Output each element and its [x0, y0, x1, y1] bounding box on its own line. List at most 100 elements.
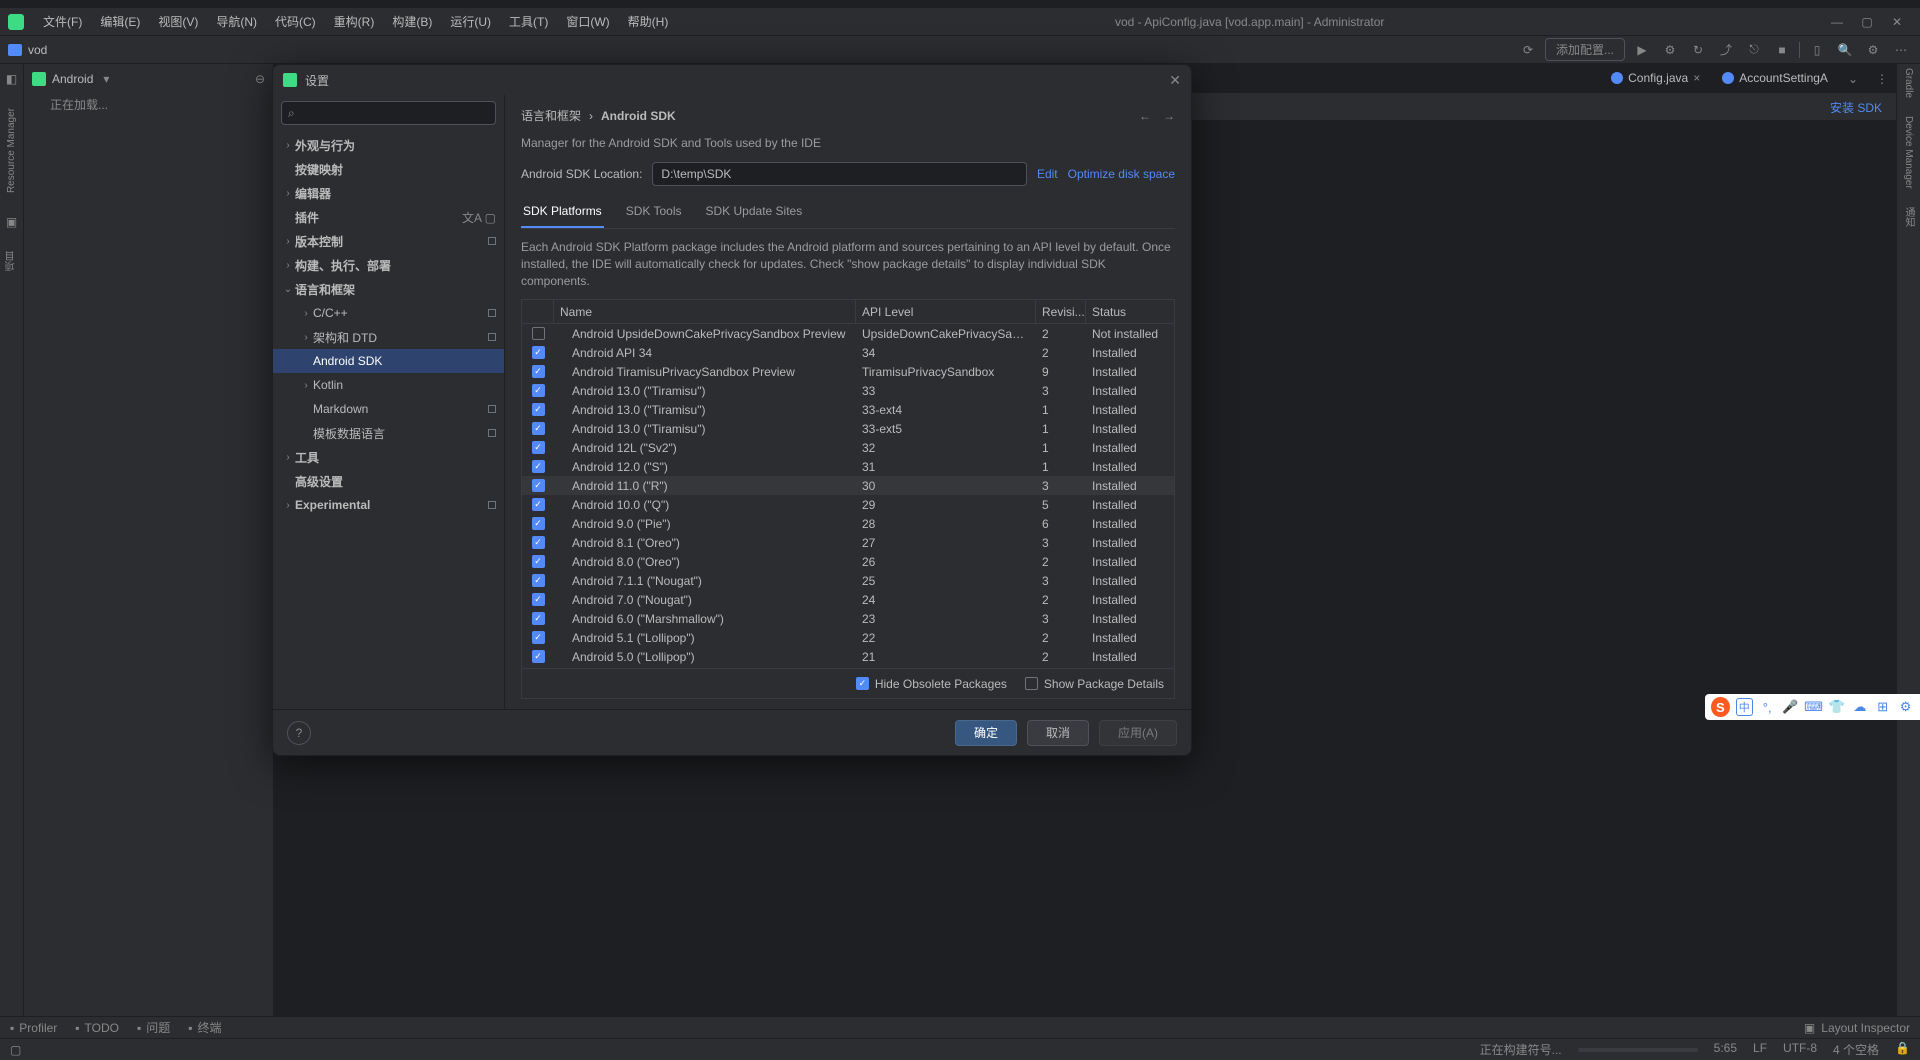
debug-icon[interactable]: ⚙	[1659, 39, 1681, 61]
sdk-tab[interactable]: SDK Platforms	[521, 200, 604, 228]
row-checkbox[interactable]: ✓	[532, 536, 545, 549]
row-checkbox[interactable]: ✓	[532, 441, 545, 454]
row-checkbox[interactable]: ✓	[532, 460, 545, 473]
tree-item[interactable]: 插件文A ▢	[273, 205, 504, 229]
tool-window-close-icon[interactable]: ⊖	[255, 72, 265, 86]
caret-position[interactable]: 5:65	[1714, 1041, 1737, 1058]
row-checkbox[interactable]: ✓	[532, 631, 545, 644]
row-checkbox[interactable]: ✓	[532, 555, 545, 568]
sdk-location-input[interactable]	[652, 162, 1027, 186]
menu-item[interactable]: 代码(C)	[266, 10, 325, 33]
tabs-dropdown-icon[interactable]: ⌄	[1840, 72, 1866, 86]
tree-item[interactable]: ›外观与行为	[273, 133, 504, 157]
row-checkbox[interactable]: ✓	[532, 422, 545, 435]
tree-item[interactable]: Markdown	[273, 397, 504, 421]
attach-icon[interactable]: ⎋	[1743, 39, 1765, 61]
row-checkbox[interactable]: ✓	[532, 574, 545, 587]
row-checkbox[interactable]: ✓	[532, 593, 545, 606]
col-header-api[interactable]: API Level	[856, 300, 1036, 323]
table-row[interactable]: ✓Android 8.0 ("Oreo")262Installed	[522, 552, 1174, 571]
row-checkbox[interactable]: ✓	[532, 498, 545, 511]
coverage-icon[interactable]: ↻	[1687, 39, 1709, 61]
table-row[interactable]: ✓Android 11.0 ("R")303Installed	[522, 476, 1174, 495]
table-row[interactable]: ✓Android 5.0 ("Lollipop")212Installed	[522, 647, 1174, 666]
table-row[interactable]: ✓Android 7.1.1 ("Nougat")253Installed	[522, 571, 1174, 590]
hide-obsolete-checkbox[interactable]: ✓ Hide Obsolete Packages	[856, 677, 1007, 691]
bottom-tool-button[interactable]: ▪终端	[188, 1019, 221, 1036]
table-row[interactable]: ✓Android 5.1 ("Lollipop")222Installed	[522, 628, 1174, 647]
right-tool-label[interactable]: 通知	[1901, 207, 1916, 227]
sync-icon[interactable]: ⟳	[1517, 39, 1539, 61]
cancel-button[interactable]: 取消	[1027, 720, 1089, 746]
menu-item[interactable]: 视图(V)	[149, 10, 207, 33]
tree-item[interactable]: 按键映射	[273, 157, 504, 181]
col-header-name[interactable]: Name	[554, 300, 856, 323]
row-checkbox[interactable]: ✓	[532, 612, 545, 625]
table-row[interactable]: ✓Android 13.0 ("Tiramisu")333Installed	[522, 381, 1174, 400]
bottom-tool-button[interactable]: ▪TODO	[75, 1019, 119, 1036]
row-checkbox[interactable]: ✓	[532, 479, 545, 492]
table-row[interactable]: ✓Android API 34342Installed	[522, 343, 1174, 362]
ime-cloud-icon[interactable]: ☁	[1851, 698, 1868, 716]
more-icon[interactable]: ⋯	[1890, 39, 1912, 61]
ime-punct-icon[interactable]: °,	[1759, 698, 1776, 716]
table-row[interactable]: ✓Android 6.0 ("Marshmallow")233Installed	[522, 609, 1174, 628]
install-sdk-link[interactable]: 安装 SDK	[1830, 99, 1882, 116]
tree-item[interactable]: ›编辑器	[273, 181, 504, 205]
bottom-tool-button[interactable]: ▪问题	[137, 1019, 170, 1036]
row-checkbox[interactable]: ✓	[532, 403, 545, 416]
dialog-close-button[interactable]: ✕	[1169, 72, 1181, 89]
nav-back-icon[interactable]: ←	[1139, 109, 1151, 123]
editor-tab[interactable]: AccountSettingA	[1712, 67, 1838, 91]
table-row[interactable]: ✓Android TiramisuPrivacySandbox PreviewT…	[522, 362, 1174, 381]
tree-item[interactable]: ›C/C++	[273, 301, 504, 325]
tabs-more-icon[interactable]: ⋮	[1868, 72, 1896, 86]
row-checkbox[interactable]: ✓	[532, 384, 545, 397]
tree-item[interactable]: ›工具	[273, 445, 504, 469]
menu-item[interactable]: 构建(B)	[383, 10, 441, 33]
col-header-status[interactable]: Status	[1086, 300, 1174, 323]
tree-item[interactable]: ›版本控制	[273, 229, 504, 253]
readonly-icon[interactable]: 🔒	[1895, 1041, 1910, 1058]
tree-item[interactable]: 高级设置	[273, 469, 504, 493]
row-checkbox[interactable]: ✓	[532, 346, 545, 359]
settings-search-input[interactable]: ⌕	[281, 101, 496, 125]
menu-item[interactable]: 文件(F)	[34, 10, 91, 33]
table-row[interactable]: ✓Android 9.0 ("Pie")286Installed	[522, 514, 1174, 533]
maximize-button[interactable]: ▢	[1852, 12, 1882, 32]
project-icon[interactable]: ▣	[1, 211, 23, 233]
edit-link[interactable]: Edit	[1037, 167, 1058, 181]
ime-lang-button[interactable]: 中	[1736, 698, 1753, 716]
menu-item[interactable]: 窗口(W)	[557, 10, 618, 33]
sdk-tab[interactable]: SDK Tools	[624, 200, 684, 228]
close-button[interactable]: ✕	[1882, 12, 1912, 32]
stop-icon[interactable]: ■	[1771, 39, 1793, 61]
right-tool-label[interactable]: Device Manager	[1903, 116, 1914, 189]
project-name[interactable]: vod	[28, 43, 47, 57]
table-row[interactable]: ✓Android 13.0 ("Tiramisu")33-ext41Instal…	[522, 400, 1174, 419]
table-row[interactable]: ✓Android 13.0 ("Tiramisu")33-ext51Instal…	[522, 419, 1174, 438]
add-config-button[interactable]: 添加配置...	[1545, 38, 1625, 61]
table-row[interactable]: ✓Android 8.1 ("Oreo")273Installed	[522, 533, 1174, 552]
ok-button[interactable]: 确定	[955, 720, 1017, 746]
left-tool-label[interactable]: Resource Manager	[6, 108, 17, 193]
tree-item[interactable]: Android SDK	[273, 349, 504, 373]
dropdown-icon[interactable]: ▾	[103, 72, 109, 86]
resource-manager-icon[interactable]: ◧	[1, 68, 23, 90]
right-tool-label[interactable]: Gradle	[1903, 68, 1914, 98]
menu-item[interactable]: 运行(U)	[441, 10, 500, 33]
line-separator[interactable]: LF	[1753, 1041, 1767, 1058]
apply-button[interactable]: 应用(A)	[1099, 720, 1177, 746]
menu-item[interactable]: 工具(T)	[500, 10, 557, 33]
menu-item[interactable]: 导航(N)	[207, 10, 266, 33]
nav-forward-icon[interactable]: →	[1163, 109, 1175, 123]
bottom-tool-button[interactable]: ▪Profiler	[10, 1019, 57, 1036]
ime-keyboard-icon[interactable]: ⌨	[1805, 698, 1823, 716]
optimize-link[interactable]: Optimize disk space	[1068, 167, 1175, 181]
minimize-button[interactable]: —	[1822, 12, 1852, 32]
row-checkbox[interactable]: ✓	[532, 517, 545, 530]
menu-item[interactable]: 重构(R)	[325, 10, 384, 33]
menu-item[interactable]: 帮助(H)	[619, 10, 678, 33]
close-tab-icon[interactable]: ×	[1693, 71, 1700, 85]
row-checkbox[interactable]: ✓	[532, 650, 545, 663]
